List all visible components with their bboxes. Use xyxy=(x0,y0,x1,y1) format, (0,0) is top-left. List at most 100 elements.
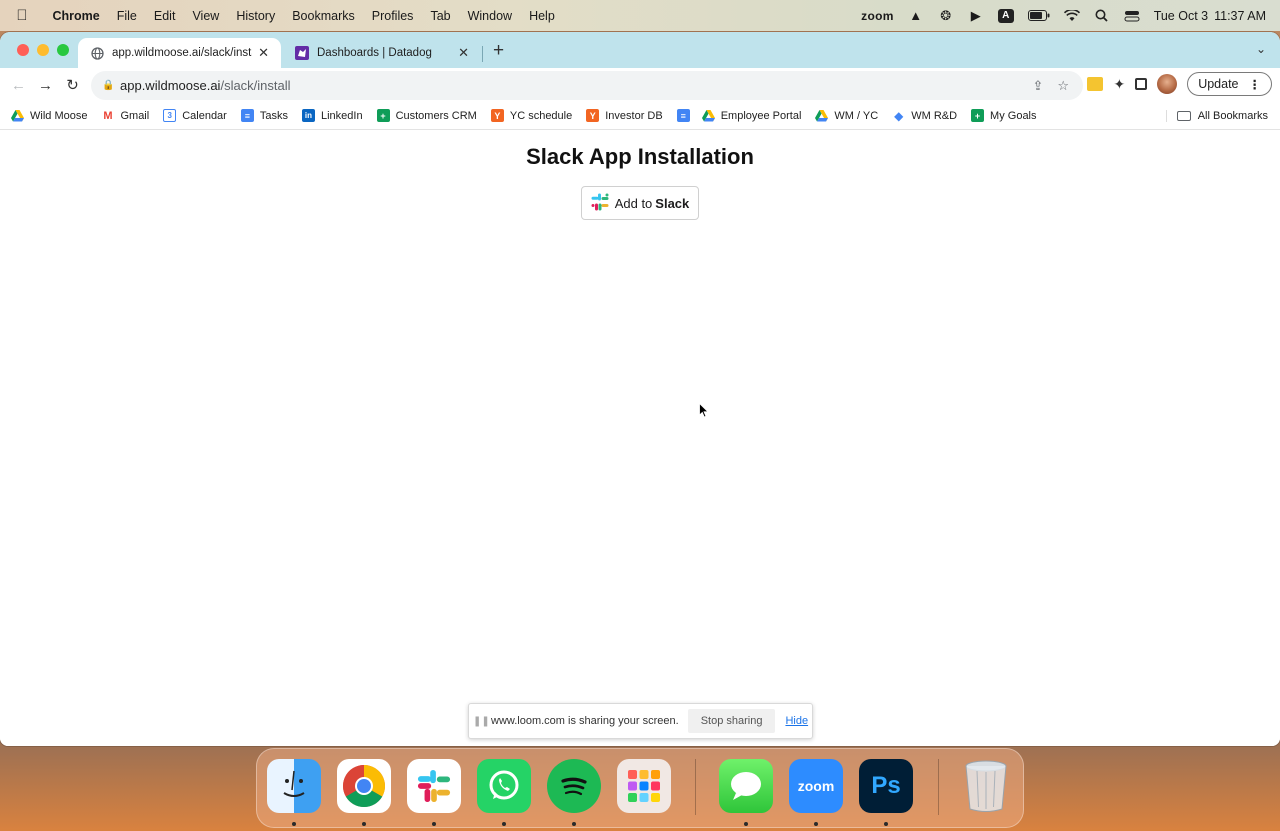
input-source-icon[interactable]: A xyxy=(997,8,1014,23)
chrome-icon[interactable] xyxy=(337,759,391,813)
bookmark-yc-schedule[interactable]: Y YC schedule xyxy=(490,109,572,122)
browser-toolbar: ← → ↻ 🔒 app.wildmoose.ai/slack/install ⇪… xyxy=(0,68,1280,102)
bookmark-linkedin[interactable]: in LinkedIn xyxy=(301,109,363,122)
wifi-icon[interactable] xyxy=(1063,9,1080,23)
slack-app-icon[interactable] xyxy=(407,759,461,813)
control-center-icon[interactable] xyxy=(1124,9,1140,23)
share-icon[interactable]: ⇪ xyxy=(1032,78,1043,94)
drag-handle-icon[interactable]: ❚❚ xyxy=(473,716,490,727)
new-tab-icon[interactable]: + xyxy=(493,40,504,62)
docs-icon: ≡ xyxy=(676,109,690,122)
back-arrow-icon[interactable]: ← xyxy=(5,77,32,94)
sheets-icon: + xyxy=(376,109,390,122)
bookmark-wild-moose[interactable]: Wild Moose xyxy=(11,109,87,122)
bookmark-tasks[interactable]: ≡ Tasks xyxy=(240,109,288,122)
bookmark-label: LinkedIn xyxy=(320,109,363,122)
extensions-puzzle-icon[interactable]: ✦ xyxy=(1113,76,1125,93)
mouse-cursor-icon xyxy=(699,402,709,423)
bookmark-label: My Goals xyxy=(990,109,1037,122)
menu-window[interactable]: Window xyxy=(459,9,520,23)
more-menu-icon[interactable]: ⋮ xyxy=(1249,77,1262,92)
stop-sharing-button[interactable]: Stop sharing xyxy=(687,709,776,733)
tab-slack-install[interactable]: app.wildmoose.ai/slack/install ✕ xyxy=(78,38,281,68)
menu-bookmarks[interactable]: Bookmarks xyxy=(284,9,364,23)
minimize-window-button[interactable] xyxy=(37,44,49,56)
sharing-message: www.loom.com is sharing your screen. xyxy=(491,715,679,727)
zoom-status-item[interactable]: zoom xyxy=(861,9,894,23)
update-label: Update xyxy=(1198,77,1239,91)
battery-icon[interactable] xyxy=(1027,9,1050,23)
slack-logo-icon xyxy=(591,193,609,214)
bookmark-gmail[interactable]: M Gmail xyxy=(101,109,149,122)
messages-icon[interactable] xyxy=(719,759,773,813)
add-to-slack-button[interactable]: Add to Slack xyxy=(581,186,699,220)
bookmark-label: Investor DB xyxy=(605,109,663,122)
folder-icon xyxy=(1176,110,1191,121)
spotify-icon[interactable] xyxy=(547,759,601,813)
docs-icon: ≡ xyxy=(240,109,254,122)
update-button[interactable]: Update ⋮ xyxy=(1187,72,1272,96)
bookmark-calendar[interactable]: 3 Calendar xyxy=(163,109,227,122)
bookmark-label: Customers CRM xyxy=(395,109,477,122)
datadog-icon xyxy=(295,46,309,60)
bookmark-label: Calendar xyxy=(182,109,227,122)
whatsapp-icon[interactable] xyxy=(477,759,531,813)
fullscreen-window-button[interactable] xyxy=(57,44,69,56)
photoshop-icon[interactable]: Ps xyxy=(859,759,913,813)
bookmark-label: Employee Portal xyxy=(720,109,802,122)
finder-icon[interactable] xyxy=(267,759,321,813)
reload-icon[interactable]: ↻ xyxy=(59,76,86,94)
lock-icon[interactable]: 🔒 xyxy=(102,80,114,91)
sheets-icon: + xyxy=(971,109,985,122)
close-tab-icon[interactable]: ✕ xyxy=(458,45,469,61)
launchpad-icon[interactable] xyxy=(617,759,671,813)
forward-arrow-icon[interactable]: → xyxy=(32,77,59,94)
spotlight-search-icon[interactable] xyxy=(1094,9,1110,23)
running-indicator xyxy=(362,822,366,826)
close-tab-icon[interactable]: ✕ xyxy=(258,45,269,61)
side-panel-icon[interactable] xyxy=(1135,78,1148,90)
loom-status-icon[interactable]: ❂ xyxy=(938,8,954,23)
bookmark-label: Wild Moose xyxy=(30,109,88,122)
running-indicator xyxy=(814,822,818,826)
bookmark-customers-crm[interactable]: + Customers CRM xyxy=(376,109,477,122)
apple-menu-icon[interactable]:  xyxy=(0,7,44,24)
profile-avatar[interactable] xyxy=(1157,74,1178,94)
tab-datadog[interactable]: Dashboards | Datadog ✕ xyxy=(283,38,481,68)
bookmark-wm-yc[interactable]: WM / YC xyxy=(815,109,878,122)
bookmark-doc[interactable]: ≡ xyxy=(676,109,690,122)
drive-icon xyxy=(701,109,715,122)
drive-icon xyxy=(11,109,24,122)
play-status-icon[interactable]: ▶ xyxy=(968,8,984,23)
menu-profiles[interactable]: Profiles xyxy=(363,9,422,23)
hide-link[interactable]: Hide xyxy=(785,715,808,727)
address-bar[interactable]: 🔒 app.wildmoose.ai/slack/install ⇪ ☆ xyxy=(91,71,1083,100)
menubar-date[interactable]: Tue Oct 3 xyxy=(1154,9,1208,23)
menubar-time[interactable]: 11:37 AM xyxy=(1214,9,1266,23)
extension-yellow-icon[interactable] xyxy=(1087,77,1104,91)
bookmark-employee-portal[interactable]: Employee Portal xyxy=(701,109,802,122)
tab-title: Dashboards | Datadog xyxy=(317,47,432,59)
window-controls xyxy=(17,44,69,56)
trash-icon[interactable] xyxy=(959,759,1013,813)
bookmark-star-icon[interactable]: ☆ xyxy=(1057,78,1069,94)
running-indicator xyxy=(502,822,506,826)
macos-menubar:  Chrome File Edit View History Bookmark… xyxy=(0,0,1280,31)
all-bookmarks[interactable]: All Bookmarks xyxy=(1165,109,1280,122)
vector-status-icon[interactable]: ▲ xyxy=(908,8,924,23)
menu-tab[interactable]: Tab xyxy=(422,9,459,23)
bookmark-wm-rd[interactable]: ◆ WM R&D xyxy=(892,109,957,123)
zoom-app-icon[interactable]: zoom xyxy=(789,759,843,813)
menu-app-name[interactable]: Chrome xyxy=(44,9,108,23)
menu-edit[interactable]: Edit xyxy=(145,9,184,23)
tab-divider xyxy=(482,46,483,62)
menu-view[interactable]: View xyxy=(184,9,228,23)
yc-icon: Y xyxy=(490,109,504,122)
menu-help[interactable]: Help xyxy=(521,9,564,23)
menu-file[interactable]: File xyxy=(108,9,145,23)
menu-history[interactable]: History xyxy=(228,9,284,23)
tab-search-chevron-icon[interactable]: ⌄ xyxy=(1256,42,1266,56)
bookmark-my-goals[interactable]: + My Goals xyxy=(971,109,1037,122)
bookmark-investor-db[interactable]: Y Investor DB xyxy=(586,109,663,122)
close-window-button[interactable] xyxy=(17,44,29,56)
